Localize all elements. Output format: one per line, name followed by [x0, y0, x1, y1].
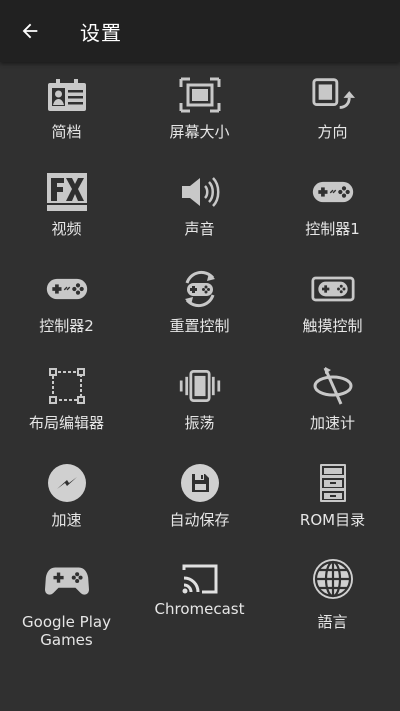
settings-item-speed[interactable]: 加速 [0, 450, 133, 547]
settings-item-label: Chromecast [154, 600, 245, 618]
settings-item-label: 振荡 [184, 414, 215, 432]
settings-item-google-play-games[interactable]: Google Play Games [0, 547, 133, 657]
settings-item-sound[interactable]: 声音 [133, 159, 266, 256]
settings-item-screen-size[interactable]: 屏幕大小 [133, 62, 266, 159]
profile-card-icon [47, 79, 86, 111]
settings-row: 简档 屏幕大小 方向 [0, 62, 400, 159]
arrow-back-icon [22, 23, 38, 39]
settings-item-label: 布局编辑器 [28, 414, 104, 432]
settings-item-label: 控制器1 [305, 220, 360, 238]
reset-controls-icon [184, 270, 215, 308]
speed-boost-icon [47, 464, 86, 502]
settings-row: Google Play Games Chromecast 語言 [0, 547, 400, 657]
settings-item-layout-editor[interactable]: 布局编辑器 [0, 353, 133, 450]
gamepad-icon [46, 278, 87, 300]
settings-row: 控制器2 重置控制 触摸控制 [0, 256, 400, 353]
settings-item-orientation[interactable]: 方向 [266, 62, 399, 159]
settings-item-chromecast[interactable]: Chromecast [133, 547, 266, 657]
settings-item-label: 自动保存 [169, 511, 230, 529]
settings-item-video[interactable]: 视频 [0, 159, 133, 256]
settings-item-accelerometer[interactable]: 加速计 [266, 353, 399, 450]
settings-row: 加速 自动保存 ROM目录 [0, 450, 400, 547]
settings-item-language[interactable]: 語言 [266, 547, 399, 657]
rotate-screen-icon [311, 78, 355, 109]
cast-icon [182, 564, 217, 594]
settings-item-label: Google Play Games [22, 613, 111, 649]
play-games-controller-icon [44, 567, 89, 595]
settings-item-controller-1[interactable]: 控制器1 [266, 159, 399, 256]
touch-controls-icon [310, 276, 355, 302]
settings-item-profile[interactable]: 简档 [0, 62, 133, 159]
settings-row: 视频 声音 控制器1 [0, 159, 400, 256]
settings-item-label: 方向 [317, 123, 348, 141]
back-button[interactable] [12, 13, 48, 49]
speaker-icon [181, 177, 219, 207]
settings-item-label: 語言 [317, 613, 348, 631]
globe-icon [312, 559, 353, 599]
file-cabinet-icon [319, 464, 346, 502]
vibrate-icon [179, 369, 220, 403]
settings-item-vibration[interactable]: 振荡 [133, 353, 266, 450]
settings-item-label: 加速计 [309, 414, 355, 432]
settings-item-label: 屏幕大小 [169, 123, 230, 141]
settings-item-controller-2[interactable]: 控制器2 [0, 256, 133, 353]
accelerometer-icon [313, 367, 352, 405]
gamepad-icon [312, 181, 353, 203]
settings-item-label: 加速 [51, 511, 82, 529]
page-title: 设置 [80, 21, 122, 45]
settings-item-label: 简档 [51, 123, 82, 141]
settings-item-label: ROM目录 [299, 511, 366, 529]
save-icon [180, 464, 219, 502]
settings-item-label: 声音 [184, 220, 215, 238]
settings-item-autosave[interactable]: 自动保存 [133, 450, 266, 547]
app-bar: 设置 [0, 0, 400, 62]
settings-item-label: 控制器2 [39, 317, 94, 335]
settings-item-label: 重置控制 [169, 317, 230, 335]
layout-editor-icon [48, 368, 85, 404]
screen-size-icon [179, 77, 220, 113]
settings-item-label: 触摸控制 [302, 317, 363, 335]
settings-row: 布局编辑器 振荡 加速计 [0, 353, 400, 450]
settings-item-rom-directory[interactable]: ROM目录 [266, 450, 399, 547]
fx-video-icon [46, 173, 87, 211]
settings-item-reset-controls[interactable]: 重置控制 [133, 256, 266, 353]
settings-item-label: 视频 [51, 220, 82, 238]
settings-item-touch-controls[interactable]: 触摸控制 [266, 256, 399, 353]
